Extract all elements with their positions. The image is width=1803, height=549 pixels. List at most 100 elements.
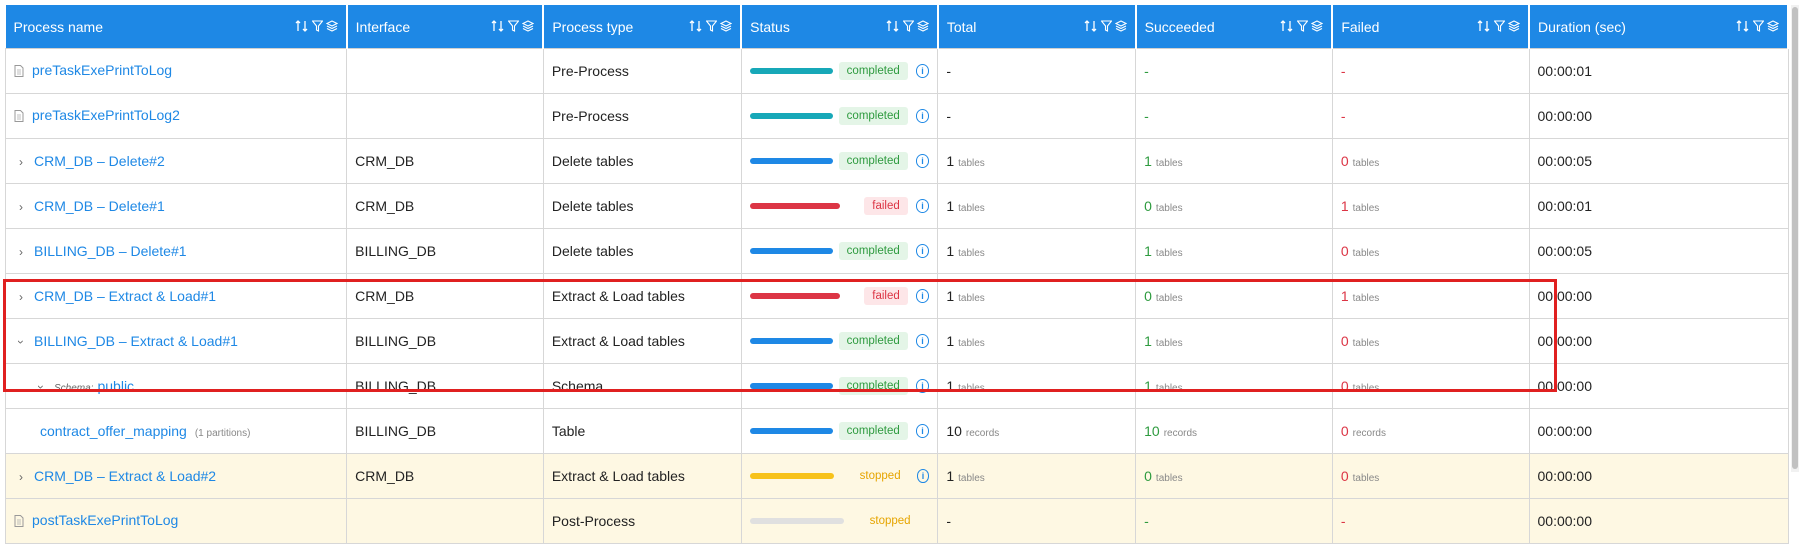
process-name-link[interactable]: preTaskExePrintToLog2 <box>32 107 180 123</box>
filter-icon[interactable] <box>508 20 520 32</box>
vertical-scrollbar[interactable] <box>1791 5 1799 472</box>
filter-icon[interactable] <box>1100 20 1112 32</box>
failed-cell-value: - <box>1340 63 1346 79</box>
duration-cell: 00:00:00 <box>1528 363 1789 409</box>
info-icon[interactable]: i <box>915 334 930 348</box>
chevron-down-icon[interactable]: › <box>34 380 48 394</box>
group-icon[interactable] <box>522 20 535 32</box>
succeeded-cell-value: 0 <box>1144 468 1152 484</box>
table-row[interactable]: › BILLING_DB – Extract & Load#1 BILLING_DB… <box>4 318 1789 364</box>
process-name-link[interactable]: preTaskExePrintToLog <box>32 62 172 78</box>
table-row[interactable]: › BILLING_DB – Delete#1 BILLING_DB Delete t… <box>4 228 1789 274</box>
status-cell: completed i <box>740 138 939 184</box>
info-icon[interactable]: i <box>915 244 930 258</box>
chevron-right-icon[interactable]: › <box>14 200 28 214</box>
process-type-cell: Extract & Load tables <box>542 453 742 499</box>
chevron-down-icon[interactable]: › <box>14 335 28 349</box>
chevron-right-icon[interactable]: › <box>14 155 28 169</box>
sort-icon[interactable] <box>689 20 703 32</box>
table-row[interactable]: preTaskExePrintToLog Pre-Process completed… <box>4 48 1789 94</box>
filter-icon[interactable] <box>311 20 323 32</box>
column-header-total[interactable]: Total <box>937 5 1137 49</box>
table-row[interactable]: › CRM_DB – Extract & Load#1 CRM_DB Extract … <box>4 273 1789 319</box>
column-header-interface[interactable]: Interface <box>346 5 545 49</box>
sort-icon[interactable] <box>1477 20 1491 32</box>
progress-bar <box>749 518 844 524</box>
process-name-link[interactable]: CRM_DB – Extract & Load#1 <box>34 288 216 304</box>
failed-cell-value: 0 <box>1340 243 1349 259</box>
filter-icon[interactable] <box>902 20 914 32</box>
column-header-duration[interactable]: Duration (sec) <box>1529 5 1789 49</box>
info-icon[interactable]: i <box>915 424 930 438</box>
process-name-link[interactable]: contract_offer_mapping <box>40 423 187 439</box>
succeeded-cell: 1 tables <box>1135 318 1333 364</box>
column-header-succeeded[interactable]: Succeeded <box>1135 5 1334 49</box>
interface-cell: BILLING_DB <box>346 318 544 364</box>
total-cell: 1 tables <box>937 138 1137 184</box>
sort-icon[interactable] <box>491 20 505 32</box>
process-name-link[interactable]: CRM_DB – Delete#1 <box>34 198 165 214</box>
failed-cell: 0 tables <box>1331 318 1530 364</box>
process-name-link[interactable]: CRM_DB – Extract & Load#2 <box>34 468 216 484</box>
progress-bar <box>749 338 833 344</box>
column-label: Duration (sec) <box>1538 18 1626 35</box>
table-row[interactable]: › CRM_DB – Extract & Load#2 CRM_DB Extract … <box>4 453 1789 499</box>
group-icon[interactable] <box>916 20 929 32</box>
process-name-link[interactable]: BILLING_DB – Extract & Load#1 <box>34 333 238 349</box>
group-icon[interactable] <box>1114 20 1127 32</box>
column-header-process-name[interactable]: Process name <box>5 5 348 49</box>
interface-cell <box>346 498 544 544</box>
group-icon[interactable] <box>720 20 733 32</box>
table-row[interactable]: postTaskExePrintToLog Post-Process stopped… <box>4 498 1789 544</box>
process-type-cell: Schema <box>542 363 742 409</box>
column-header-failed[interactable]: Failed <box>1332 5 1530 49</box>
group-icon[interactable] <box>1508 20 1520 32</box>
process-name-cell: contract_offer_mapping (1 partitions) <box>4 408 348 454</box>
info-icon[interactable]: i <box>916 469 930 483</box>
chevron-right-icon[interactable]: › <box>14 245 28 259</box>
table-row[interactable]: › CRM_DB – Delete#1 CRM_DB Delete tables fai… <box>4 183 1789 229</box>
total-cell-value: 1 <box>946 378 955 394</box>
table-row[interactable]: contract_offer_mapping (1 partitions) BILL… <box>4 408 1789 454</box>
info-icon[interactable]: i <box>915 379 930 393</box>
sort-icon[interactable] <box>1736 20 1750 32</box>
filter-icon[interactable] <box>1494 20 1505 32</box>
group-icon[interactable] <box>325 20 338 32</box>
sort-icon[interactable] <box>1084 20 1098 32</box>
sort-icon[interactable] <box>886 20 900 32</box>
table-row[interactable]: › Schema: public BILLING_DB Schema completed i… <box>4 363 1789 409</box>
process-type-cell: Table <box>542 408 742 454</box>
failed-cell: - <box>1331 93 1530 139</box>
info-icon[interactable]: i <box>915 289 930 303</box>
table-row[interactable]: preTaskExePrintToLog2 Pre-Process complete… <box>4 93 1789 139</box>
process-name-link[interactable]: postTaskExePrintToLog <box>32 512 178 528</box>
process-name-link[interactable]: BILLING_DB – Delete#1 <box>34 243 187 259</box>
chevron-right-icon[interactable]: › <box>14 470 28 484</box>
status-cell: stopped <box>740 498 939 544</box>
sort-icon[interactable] <box>295 20 309 32</box>
process-name-link[interactable]: CRM_DB – Delete#2 <box>34 153 165 169</box>
scrollbar-thumb[interactable] <box>1792 7 1798 469</box>
column-header-status[interactable]: Status <box>741 5 939 49</box>
failed-cell-value: - <box>1340 513 1346 529</box>
column-header-process-type[interactable]: Process type <box>543 5 743 49</box>
progress-bar <box>749 473 834 479</box>
total-cell-value: - <box>946 63 951 79</box>
file-icon <box>14 109 24 125</box>
filter-icon[interactable] <box>706 20 718 32</box>
filter-icon[interactable] <box>1753 20 1764 32</box>
process-type-cell: Extract & Load tables <box>542 273 742 319</box>
info-icon[interactable]: i <box>915 199 930 213</box>
status-cell: completed i <box>740 228 939 274</box>
sort-icon[interactable] <box>1280 20 1294 32</box>
process-name-link[interactable]: public <box>97 378 134 394</box>
failed-cell: - <box>1331 48 1530 94</box>
group-icon[interactable] <box>1311 20 1324 32</box>
filter-icon[interactable] <box>1297 20 1309 32</box>
info-icon[interactable]: i <box>915 64 930 78</box>
group-icon[interactable] <box>1767 20 1779 32</box>
table-row[interactable]: › CRM_DB – Delete#2 CRM_DB Delete tables com… <box>4 138 1789 184</box>
info-icon[interactable]: i <box>915 154 930 168</box>
chevron-right-icon[interactable]: › <box>14 290 28 304</box>
info-icon[interactable]: i <box>915 109 930 123</box>
